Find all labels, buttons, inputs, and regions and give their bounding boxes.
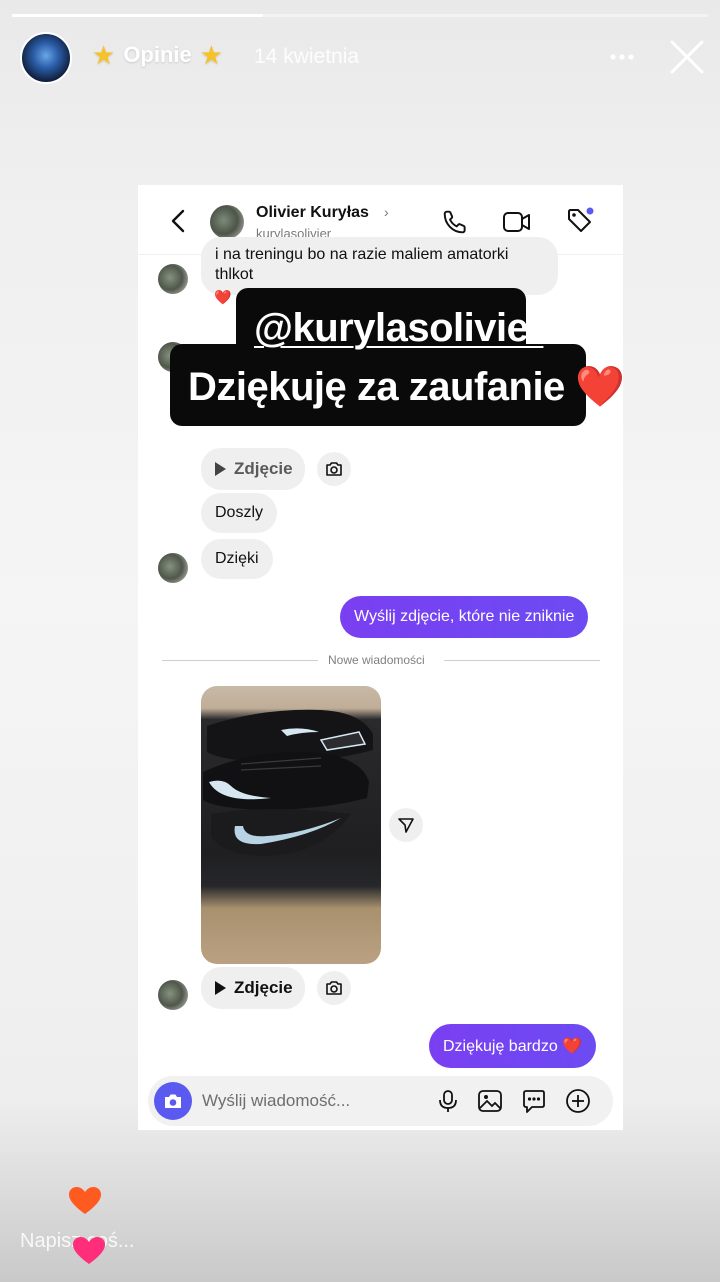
message-bubble[interactable]: Dzięki bbox=[201, 539, 273, 579]
camera-icon[interactable] bbox=[317, 971, 351, 1005]
sticker-icon[interactable] bbox=[521, 1088, 547, 1114]
photo-label: Zdjęcie bbox=[234, 978, 293, 997]
story-title[interactable]: ★ Opinie ★ bbox=[92, 42, 223, 68]
gallery-icon[interactable] bbox=[477, 1088, 503, 1114]
avatar bbox=[158, 264, 188, 294]
avatar[interactable] bbox=[210, 205, 244, 239]
story-avatar[interactable] bbox=[20, 32, 72, 84]
story-progress-fill bbox=[12, 14, 263, 17]
message-composer[interactable]: Wyślij wiadomość... bbox=[148, 1076, 613, 1126]
photo-message[interactable]: Zdjęcie bbox=[201, 967, 305, 1009]
message-bubble-outgoing[interactable]: Wyślij zdjęcie, które nie zniknie bbox=[340, 596, 589, 638]
message-input[interactable]: Wyślij wiadomość... bbox=[202, 1091, 350, 1111]
shoe-photo[interactable] bbox=[201, 686, 381, 964]
heart-reaction: ❤️ bbox=[214, 289, 232, 305]
heart-icon bbox=[68, 1186, 102, 1221]
message-text: Wyślij zdjęcie, które nie zniknie bbox=[354, 608, 575, 625]
divider bbox=[444, 660, 600, 661]
back-arrow-icon[interactable] bbox=[168, 209, 190, 233]
avatar bbox=[158, 553, 188, 583]
photo-message[interactable]: Zdjęcie bbox=[201, 448, 305, 490]
new-messages-divider: Nowe wiadomości bbox=[328, 653, 425, 667]
caption-mention[interactable]: @kurylasolivier bbox=[254, 306, 544, 351]
tag-icon[interactable] bbox=[566, 207, 594, 235]
contact-name[interactable]: Olivier Kuryłas bbox=[256, 204, 369, 222]
star-icon: ★ bbox=[199, 40, 224, 70]
caption-text: Dziękuję za zaufanie ❤️ bbox=[188, 365, 625, 409]
close-icon[interactable] bbox=[668, 38, 706, 76]
avatar bbox=[158, 980, 188, 1010]
video-call-icon[interactable] bbox=[502, 209, 532, 235]
divider bbox=[162, 660, 318, 661]
message-text: thlkot bbox=[215, 266, 254, 283]
story-date: 14 kwietnia bbox=[254, 45, 360, 68]
camera-icon[interactable] bbox=[154, 1082, 192, 1120]
star-icon: ★ bbox=[92, 40, 116, 70]
heart-icon bbox=[72, 1236, 106, 1271]
more-icon[interactable] bbox=[608, 42, 638, 72]
story-progress-bar bbox=[12, 14, 708, 17]
message-text: Dzięki bbox=[215, 550, 259, 567]
plus-icon[interactable] bbox=[565, 1088, 591, 1114]
message-bubble-outgoing[interactable]: Dziękuję bardzo ❤️ bbox=[429, 1024, 597, 1068]
play-icon bbox=[215, 462, 226, 476]
share-icon[interactable] bbox=[389, 808, 423, 842]
microphone-icon[interactable] bbox=[435, 1088, 461, 1114]
message-text: Doszly bbox=[215, 504, 264, 521]
message-text: Dziękuję bardzo ❤️ bbox=[443, 1038, 583, 1055]
photo-label: Zdjęcie bbox=[234, 459, 293, 478]
message-text: i na treningu bo na razie maliem amatork… bbox=[215, 246, 509, 263]
chevron-right-icon: › bbox=[384, 204, 389, 220]
story-title-text: Opinie bbox=[123, 42, 192, 67]
message-bubble[interactable]: Doszly bbox=[201, 493, 278, 533]
camera-icon[interactable] bbox=[317, 452, 351, 486]
message-bubble[interactable]: i na treningu bo na razie maliem amatork… bbox=[201, 237, 558, 295]
phone-icon[interactable] bbox=[442, 209, 468, 235]
play-icon bbox=[215, 981, 226, 995]
